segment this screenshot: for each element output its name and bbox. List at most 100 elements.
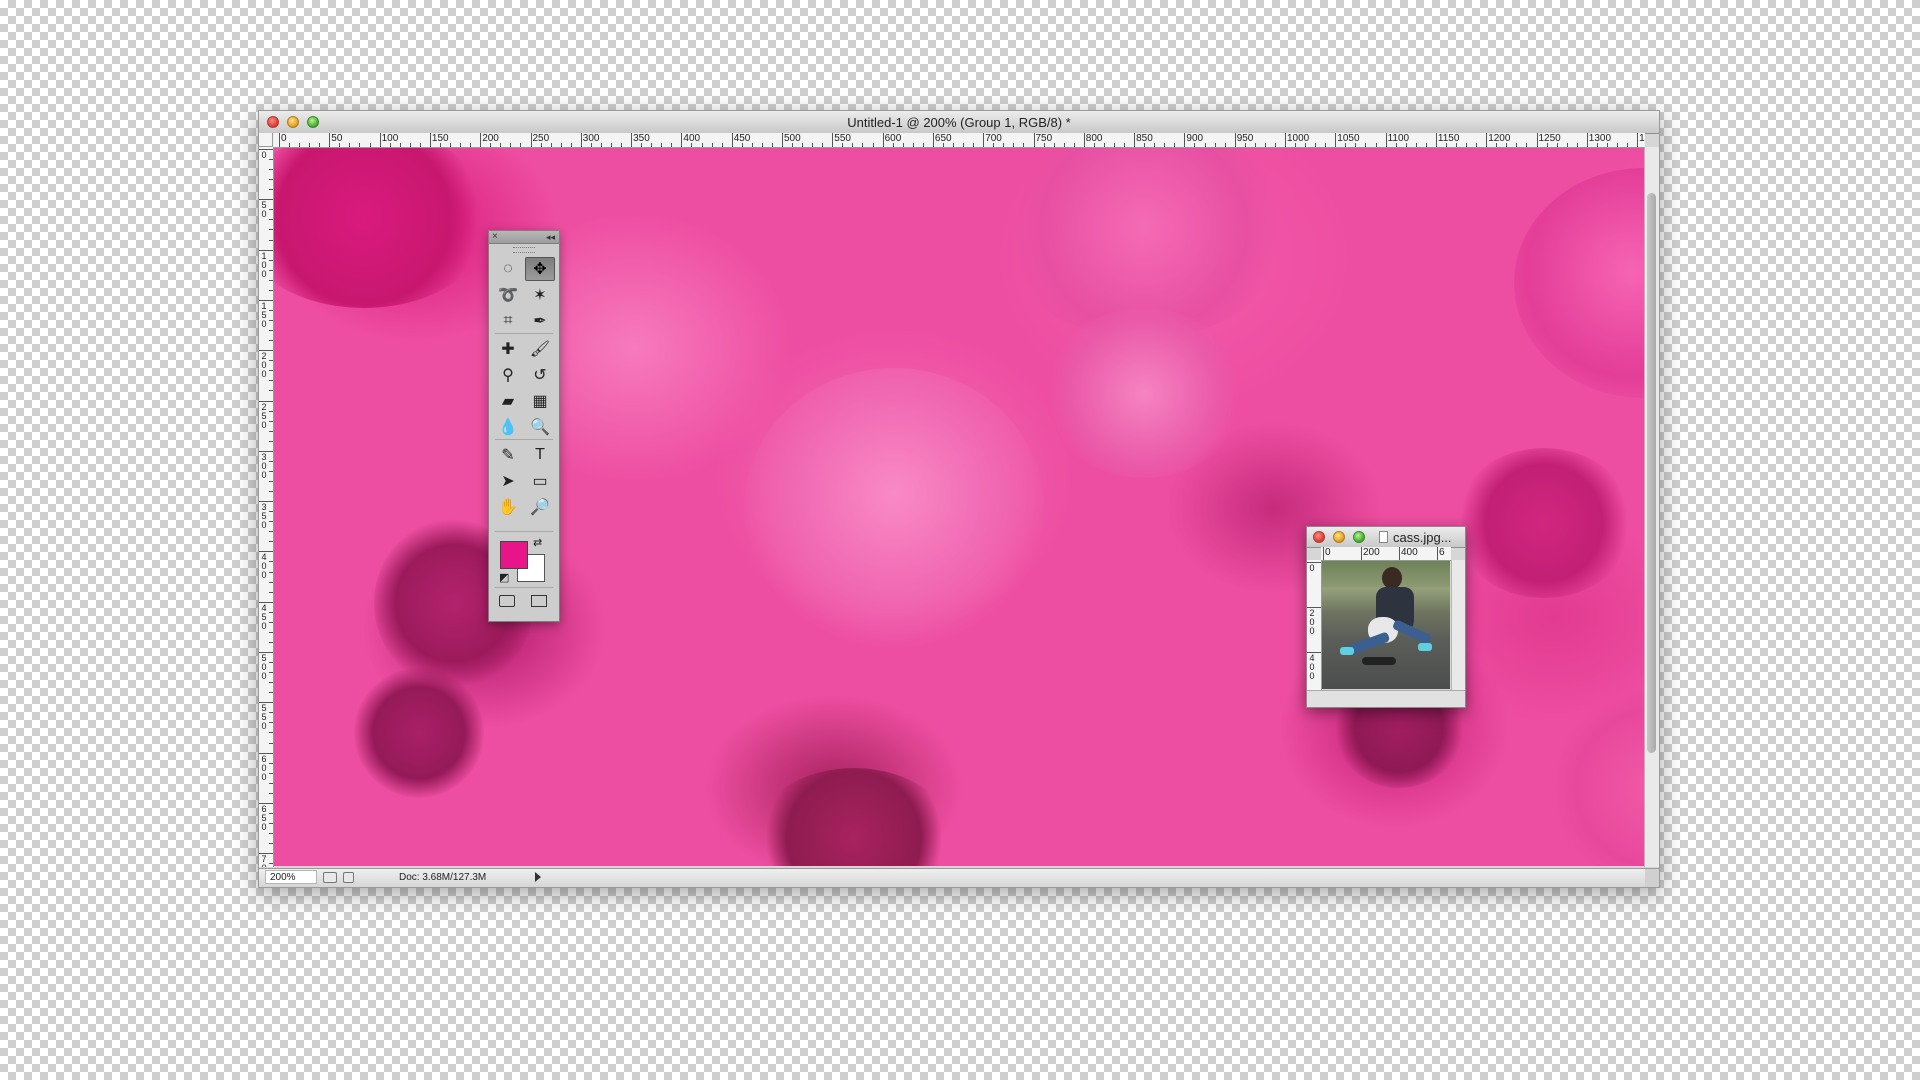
image-window-titlebar[interactable]: cass.jpg... bbox=[1307, 527, 1465, 548]
eyedropper-tool[interactable]: ✒ bbox=[525, 309, 555, 333]
ruler-tick bbox=[1536, 133, 1538, 147]
document-titlebar[interactable]: Untitled-1 @ 200% (Group 1, RGB/8) * bbox=[259, 111, 1659, 134]
type-tool[interactable]: T bbox=[525, 443, 555, 467]
ruler-minor-tick bbox=[269, 722, 273, 724]
ruler-minor-tick bbox=[269, 420, 273, 422]
document-canvas[interactable] bbox=[274, 148, 1644, 866]
photo-thumbnail[interactable] bbox=[1322, 561, 1450, 689]
ruler-minor-tick bbox=[1476, 143, 1478, 147]
ruler-label: 6 bbox=[1439, 547, 1445, 558]
ruler-minor-tick bbox=[269, 219, 273, 221]
rectangle-tool[interactable]: ▭ bbox=[525, 469, 555, 493]
ruler-tick bbox=[480, 133, 482, 147]
ruler-minor-tick bbox=[1224, 143, 1226, 147]
ruler-minor-tick bbox=[1023, 143, 1025, 147]
panel-grip[interactable] bbox=[513, 247, 535, 253]
resize-grip[interactable] bbox=[1645, 869, 1659, 887]
ruler-minor-tick bbox=[661, 143, 663, 147]
marquee-tool[interactable]: ◌ bbox=[493, 257, 523, 281]
ruler-tick bbox=[932, 133, 934, 147]
close-button[interactable] bbox=[1313, 531, 1325, 543]
lasso-tool[interactable]: ➰ bbox=[493, 283, 523, 307]
ruler-label: 0 bbox=[1325, 547, 1331, 558]
ruler-minor-tick bbox=[269, 833, 273, 835]
clone-stamp-tool-icon: ⚲ bbox=[502, 367, 514, 384]
move-tool[interactable]: ✥ bbox=[525, 257, 555, 281]
dodge-tool[interactable]: 🔍 bbox=[525, 415, 555, 439]
history-brush-tool[interactable]: ↺ bbox=[525, 363, 555, 387]
hand-tool[interactable]: ✋ bbox=[493, 495, 523, 519]
healing-brush-tool[interactable]: ✚ bbox=[493, 337, 523, 361]
vertical-ruler[interactable]: 0 50 100 150 200 250 300 350 400 450 500 550 600 650 7… bbox=[259, 147, 274, 867]
path-selection-tool[interactable]: ➤ bbox=[493, 469, 523, 493]
image-window-title: cass.jpg... bbox=[1393, 530, 1452, 545]
lasso-tool-icon: ➰ bbox=[498, 287, 518, 304]
ruler-minor-tick bbox=[1063, 143, 1065, 147]
vertical-ruler[interactable]: 0 200 400 bbox=[1307, 560, 1322, 690]
screen-mode-icon[interactable] bbox=[531, 595, 547, 607]
tool-divider bbox=[495, 333, 553, 334]
horizontal-ruler[interactable]: 0 200 400 6 bbox=[1321, 547, 1451, 561]
ruler-minor-tick bbox=[500, 143, 502, 147]
close-icon[interactable]: × bbox=[492, 231, 498, 243]
rectangle-tool-icon: ▭ bbox=[532, 473, 548, 490]
ruler-minor-tick bbox=[741, 143, 743, 147]
vertical-scrollbar[interactable] bbox=[1451, 560, 1465, 690]
ruler-minor-tick bbox=[269, 591, 273, 593]
ruler-label: 250 bbox=[261, 401, 267, 430]
gradient-tool[interactable]: ▦ bbox=[525, 389, 555, 413]
clone-stamp-tool[interactable]: ⚲ bbox=[493, 363, 523, 387]
ruler-minor-tick bbox=[1355, 143, 1357, 147]
blur-tool[interactable]: 💧 bbox=[493, 415, 523, 439]
ruler-label: 50 bbox=[331, 133, 343, 144]
eraser-tool[interactable]: ▰ bbox=[493, 389, 523, 413]
collapse-icon[interactable]: ◂◂ bbox=[546, 231, 555, 243]
ruler-minor-tick bbox=[269, 782, 273, 784]
eyedropper-tool-icon: ✒ bbox=[533, 313, 547, 330]
ruler-minor-tick bbox=[269, 330, 273, 332]
ruler-minor-tick bbox=[299, 143, 301, 147]
ruler-minor-tick bbox=[842, 143, 844, 147]
tool-divider bbox=[495, 531, 553, 532]
rose-bloom bbox=[744, 368, 1044, 648]
ruler-minor-tick bbox=[269, 370, 273, 372]
ruler-minor-tick bbox=[269, 320, 273, 322]
ruler-tick bbox=[580, 133, 582, 147]
ruler-tick bbox=[1385, 133, 1387, 147]
document-profile-icon[interactable] bbox=[323, 872, 337, 883]
ruler-label: 0 bbox=[281, 133, 287, 144]
zoom-level-field[interactable]: 200% bbox=[265, 870, 317, 884]
quick-mask-icon[interactable] bbox=[499, 595, 515, 607]
scrollbar-thumb[interactable] bbox=[1647, 193, 1656, 753]
brush-tool[interactable]: 🖌 bbox=[525, 337, 555, 361]
ruler-minor-tick bbox=[269, 259, 273, 261]
pen-tool[interactable]: ✎ bbox=[493, 443, 523, 467]
swap-colors-icon[interactable]: ⇄ bbox=[533, 536, 542, 549]
ruler-minor-tick bbox=[570, 143, 572, 147]
vertical-scrollbar[interactable] bbox=[1644, 147, 1659, 867]
ruler-minor-tick bbox=[922, 143, 924, 147]
ruler-origin[interactable] bbox=[259, 133, 273, 147]
ruler-minor-tick bbox=[993, 143, 995, 147]
minimize-button[interactable] bbox=[1333, 531, 1345, 543]
ruler-minor-tick bbox=[349, 143, 351, 147]
ruler-minor-tick bbox=[520, 143, 522, 147]
horizontal-ruler[interactable]: 0 50 100 150 200 250 300 350 400 450 500 550 600 650 7… bbox=[273, 133, 1645, 148]
zoom-button[interactable] bbox=[1353, 531, 1365, 543]
status-menu-arrow-icon[interactable] bbox=[535, 872, 541, 882]
magic-wand-tool[interactable]: ✶ bbox=[525, 283, 555, 307]
ruler-label: 450 bbox=[261, 602, 267, 631]
ruler-minor-tick bbox=[269, 390, 273, 392]
ruler-minor-tick bbox=[269, 179, 273, 181]
ruler-label: 50 bbox=[261, 200, 267, 220]
foreground-color-swatch[interactable] bbox=[500, 541, 528, 569]
crop-tool[interactable]: ⌗ bbox=[493, 309, 523, 333]
default-colors-icon[interactable]: ◩ bbox=[499, 571, 509, 584]
share-icon[interactable] bbox=[343, 872, 354, 883]
zoom-tool[interactable]: 🔎 bbox=[525, 495, 555, 519]
ruler-minor-tick bbox=[269, 823, 273, 825]
tools-panel-header[interactable]: × ◂◂ bbox=[489, 231, 559, 244]
ruler-minor-tick bbox=[1244, 143, 1246, 147]
ruler-minor-tick bbox=[450, 143, 452, 147]
ruler-minor-tick bbox=[269, 762, 273, 764]
